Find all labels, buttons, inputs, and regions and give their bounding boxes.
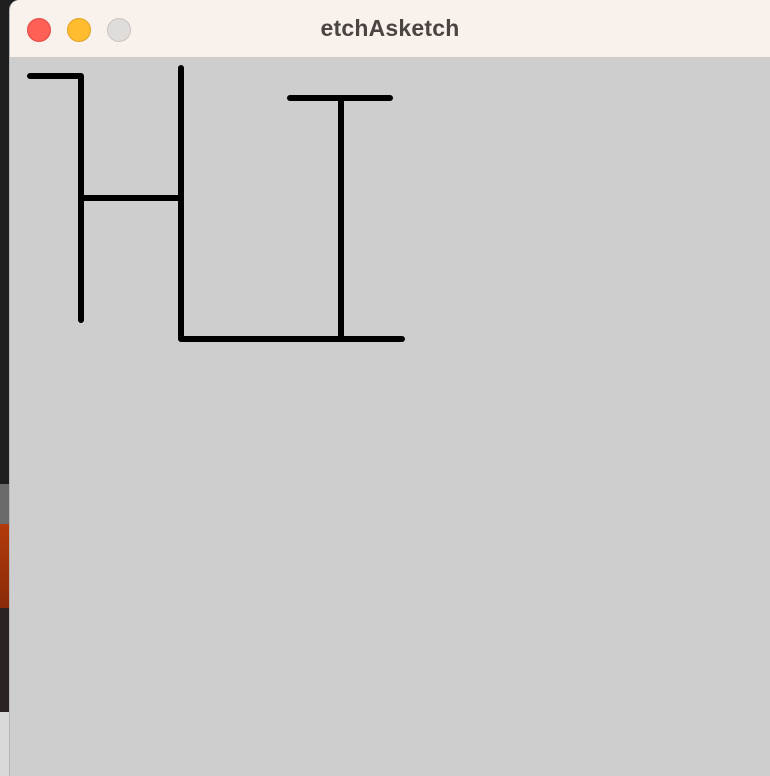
window-titlebar[interactable]: etchAsketch [10, 0, 770, 58]
sketch-stroke [27, 73, 84, 323]
minimize-button[interactable] [67, 18, 91, 42]
sketch-drawing [27, 65, 405, 342]
app-window: etchAsketch [9, 0, 770, 776]
zoom-button [107, 18, 131, 42]
sketch-stroke [178, 65, 405, 342]
close-button[interactable] [27, 18, 51, 42]
drawing-canvas[interactable] [10, 58, 770, 776]
